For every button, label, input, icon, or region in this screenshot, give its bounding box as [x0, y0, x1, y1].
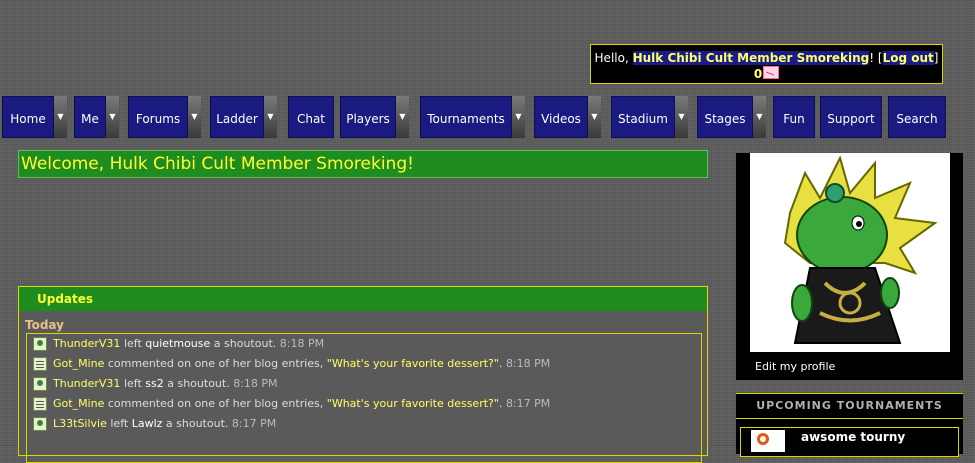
update-time: 8:18 PM — [505, 357, 551, 370]
update-target-link[interactable]: "What's your favorite dessert?" — [327, 397, 499, 410]
update-row: Got_Mine commented on one of her blog en… — [27, 394, 701, 414]
chevron-down-icon[interactable]: ▼ — [264, 96, 277, 138]
update-row: ThunderV31 left ss2 a shoutout. 8:18 PM — [27, 374, 701, 394]
tournament-icon — [751, 430, 785, 452]
nav-videos[interactable]: Videos — [534, 96, 588, 138]
nav-home[interactable]: Home — [2, 96, 54, 138]
edit-profile-link[interactable]: Edit my profile — [755, 360, 835, 373]
tournament-item[interactable]: awsome tourny — [740, 427, 959, 457]
update-target-link[interactable]: quietmouse — [145, 337, 210, 350]
nav-players[interactable]: Players — [340, 96, 396, 138]
nav-fun[interactable]: Fun — [773, 96, 815, 138]
blog-icon — [33, 357, 47, 371]
chevron-down-icon[interactable]: ▼ — [512, 96, 525, 138]
main-nav: Home ▼ Me ▼ Forums ▼ Ladder ▼ Chat Playe… — [0, 96, 975, 138]
profile-box: Edit my profile — [736, 153, 963, 380]
update-user-link[interactable]: Got_Mine — [53, 397, 104, 410]
logout-link[interactable]: Log out — [882, 51, 934, 65]
update-suffix: . — [498, 357, 503, 370]
updates-title: Updates — [19, 287, 707, 311]
update-row: ThunderV31 left quietmouse a shoutout. 8… — [27, 334, 701, 354]
update-target-link[interactable]: ss2 — [145, 377, 163, 390]
chevron-down-icon[interactable]: ▼ — [54, 96, 67, 138]
update-row: L33tSilvie left Lawlz a shoutout. 8:17 P… — [27, 414, 701, 434]
user-greeting-box: Hello, Hulk Chibi Cult Member Smoreking!… — [590, 44, 943, 84]
user-icon — [33, 337, 47, 351]
chevron-down-icon[interactable]: ▼ — [188, 96, 201, 138]
chevron-down-icon[interactable]: ▼ — [106, 96, 119, 138]
nav-search[interactable]: Search — [888, 96, 946, 138]
nav-ladder[interactable]: Ladder — [210, 96, 264, 138]
update-suffix: a shoutout. — [165, 417, 229, 430]
updates-day-heading: Today — [25, 318, 64, 332]
nav-forums[interactable]: Forums — [128, 96, 188, 138]
nav-support[interactable]: Support — [820, 96, 882, 138]
nav-tournaments[interactable]: Tournaments — [420, 96, 512, 138]
chevron-down-icon[interactable]: ▼ — [396, 96, 409, 138]
chevron-down-icon[interactable]: ▼ — [588, 96, 601, 138]
update-verb: left — [110, 417, 129, 430]
updates-panel: Updates Today ThunderV31 left quietmouse… — [18, 286, 708, 463]
update-user-link[interactable]: L33tSilvie — [53, 417, 107, 430]
update-time: 8:18 PM — [233, 377, 278, 390]
user-icon — [33, 377, 47, 391]
update-user-link[interactable]: ThunderV31 — [53, 337, 120, 350]
blog-icon — [33, 397, 47, 411]
update-time: 8:18 PM — [279, 337, 325, 350]
message-count[interactable]: 0 — [754, 67, 762, 81]
nav-stadium[interactable]: Stadium — [611, 96, 675, 138]
logout-bracket-close: ] — [933, 51, 939, 65]
nav-chat[interactable]: Chat — [288, 96, 334, 138]
update-suffix: . — [498, 397, 503, 410]
logout-bracket-open: [ — [877, 51, 883, 65]
update-target-link[interactable]: Lawlz — [132, 417, 163, 430]
update-verb: commented on one of her blog entries, — [107, 397, 324, 410]
avatar-picture — [783, 155, 938, 344]
update-user-link[interactable]: Got_Mine — [53, 357, 104, 370]
greeting-prefix: Hello, — [594, 51, 629, 65]
user-icon — [33, 417, 47, 431]
greeting-exclaim: ! — [869, 51, 875, 65]
upcoming-tournaments-title: UPCOMING TOURNAMENTS — [736, 394, 963, 419]
update-user-link[interactable]: ThunderV31 — [53, 377, 120, 390]
update-time: 8:17 PM — [231, 417, 277, 430]
update-time: 8:17 PM — [505, 397, 551, 410]
chevron-down-icon[interactable]: ▼ — [675, 96, 688, 138]
chevron-down-icon[interactable]: ▼ — [753, 96, 766, 138]
update-verb: commented on one of her blog entries, — [107, 357, 324, 370]
update-suffix: a shoutout. — [167, 377, 230, 390]
welcome-banner: Welcome, Hulk Chibi Cult Member Smorekin… — [18, 150, 708, 178]
update-suffix: a shoutout. — [213, 337, 277, 350]
update-verb: left — [123, 337, 142, 350]
update-row: Got_Mine commented on one of her blog en… — [27, 354, 701, 374]
update-target-link[interactable]: "What's your favorite dessert?" — [327, 357, 499, 370]
nav-stages[interactable]: Stages — [697, 96, 753, 138]
update-verb: left — [123, 377, 142, 390]
nav-me[interactable]: Me — [74, 96, 106, 138]
username-link[interactable]: Hulk Chibi Cult Member Smoreking — [632, 51, 870, 65]
avatar[interactable] — [750, 153, 950, 352]
updates-list: ThunderV31 left quietmouse a shoutout. 8… — [26, 333, 702, 463]
mail-icon[interactable] — [763, 66, 780, 79]
tournament-title[interactable]: awsome tourny — [801, 430, 905, 444]
